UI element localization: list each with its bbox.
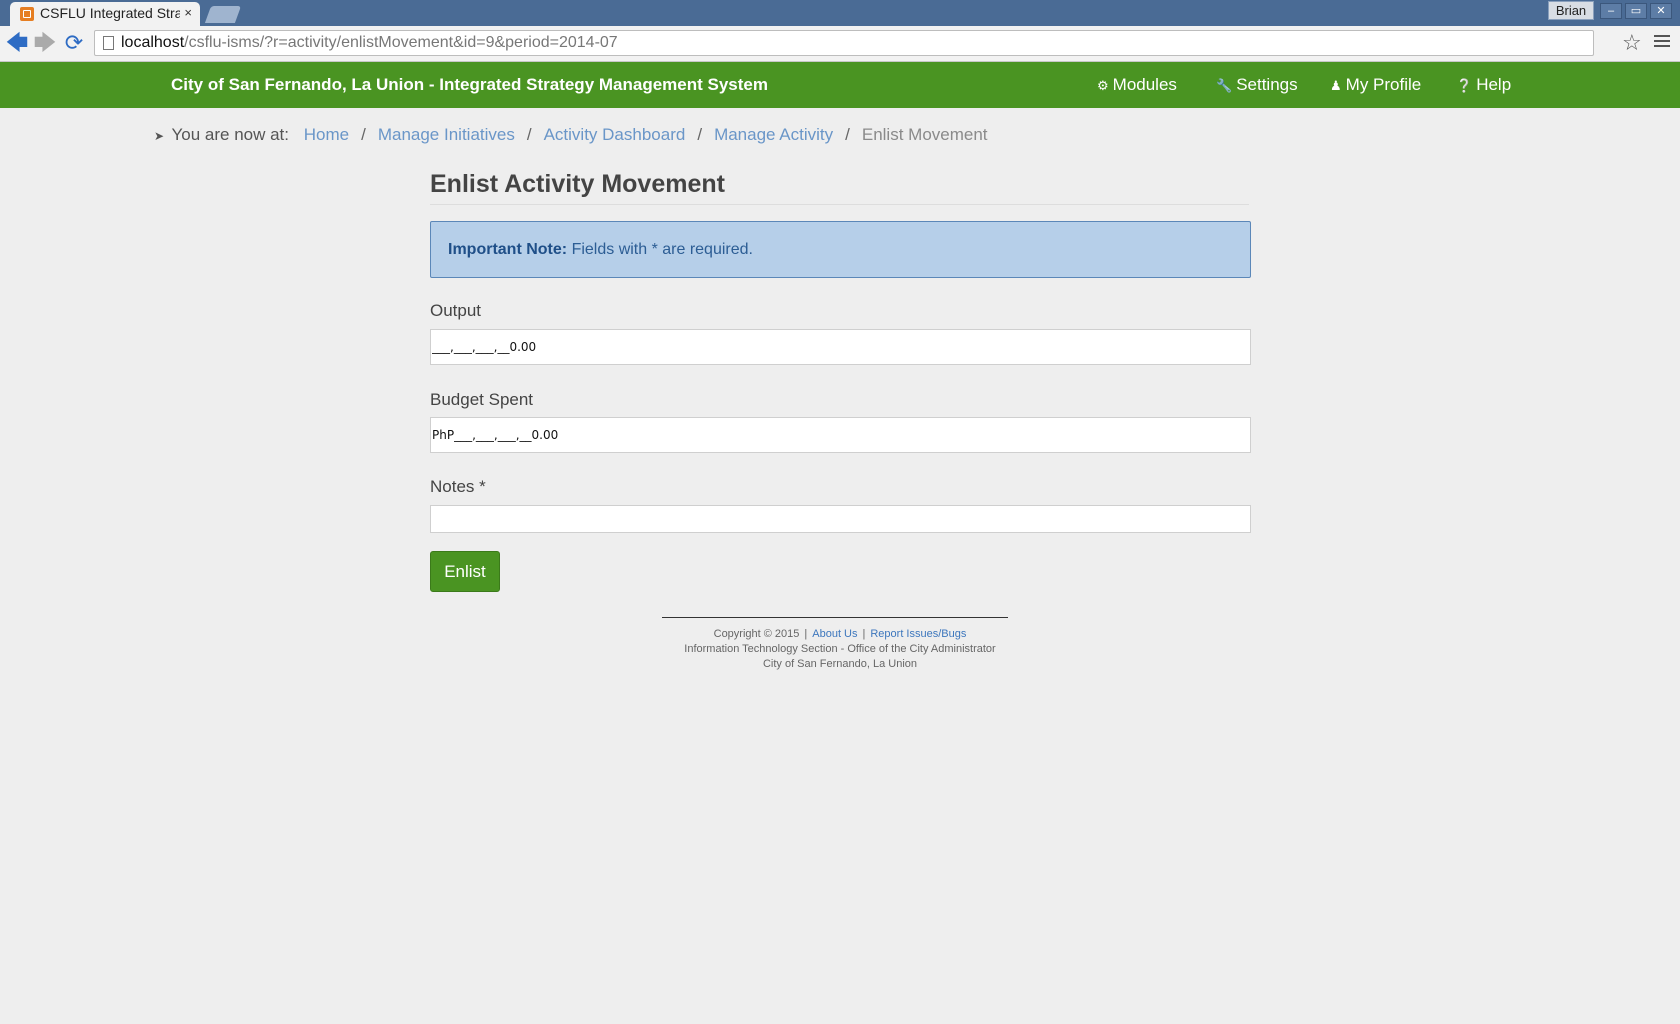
enlist-button[interactable]: Enlist bbox=[430, 551, 500, 592]
gears-icon: ⚙ bbox=[1097, 78, 1109, 93]
footer-line-2: Information Technology Section - Office … bbox=[684, 643, 996, 655]
breadcrumb-manage-activity[interactable]: Manage Activity bbox=[714, 125, 833, 144]
back-arrow-icon[interactable]: 🡄 bbox=[4, 30, 30, 56]
bookmark-star-icon[interactable]: ☆ bbox=[1622, 30, 1642, 56]
breadcrumb-manage-initiatives[interactable]: Manage Initiatives bbox=[378, 125, 515, 144]
footer-line-3: City of San Fernando, La Union bbox=[762, 658, 918, 670]
address-bar[interactable]: localhost/csflu-isms/?r=activity/enlistM… bbox=[94, 30, 1594, 56]
budget-spent-label: Budget Spent bbox=[430, 390, 534, 409]
profile-user-badge[interactable]: Brian bbox=[1548, 1, 1594, 20]
alert-strong: Important Note: bbox=[448, 241, 568, 258]
minimize-button[interactable]: – bbox=[1600, 3, 1622, 19]
alert-text: Fields with * are required. bbox=[571, 241, 753, 258]
nav-my-profile[interactable]: ♟ My Profile bbox=[1330, 62, 1421, 108]
breadcrumb-prefix: You are now at: bbox=[171, 125, 289, 144]
question-circle-icon: ❔ bbox=[1456, 78, 1473, 93]
nav-help[interactable]: ❔ Help bbox=[1456, 62, 1511, 108]
page-icon bbox=[103, 36, 114, 50]
site-favicon-icon bbox=[20, 7, 34, 21]
nav-help-label: Help bbox=[1476, 75, 1512, 94]
restore-button[interactable]: ▭ bbox=[1625, 3, 1647, 19]
output-input[interactable] bbox=[430, 329, 1251, 365]
breadcrumb-current: Enlist Movement bbox=[861, 125, 988, 144]
location-arrow-icon: ➤ bbox=[154, 129, 165, 143]
nav-my-profile-label: My Profile bbox=[1345, 75, 1422, 94]
browser-menu-icon[interactable] bbox=[1654, 32, 1670, 50]
app-brand[interactable]: City of San Fernando, La Union - Integra… bbox=[171, 62, 768, 108]
nav-settings-label: Settings bbox=[1236, 75, 1298, 94]
forward-arrow-icon[interactable]: 🡆 bbox=[32, 30, 58, 56]
browser-tab[interactable]: CSFLU Integrated Strat × bbox=[10, 2, 200, 26]
footer-copyright: Copyright © 2015 bbox=[713, 628, 800, 640]
breadcrumb-home[interactable]: Home bbox=[304, 125, 349, 144]
footer-line-1: Copyright © 2015 | About Us | Report Issues/… bbox=[713, 628, 967, 640]
title-divider bbox=[430, 204, 1249, 205]
page-title: Enlist Activity Movement bbox=[430, 170, 725, 198]
footer-report-link[interactable]: Report Issues/Bugs bbox=[870, 628, 966, 640]
url-host: localhost bbox=[121, 34, 185, 51]
app-navbar: City of San Fernando, La Union - Integra… bbox=[0, 62, 1680, 108]
notes-input[interactable] bbox=[430, 505, 1251, 533]
footer-about-link[interactable]: About Us bbox=[812, 628, 857, 640]
user-icon: ♟ bbox=[1330, 78, 1342, 93]
url-path: /csflu-isms/?r=activity/enlistMovement&i… bbox=[184, 34, 618, 51]
nav-modules[interactable]: ⚙ Modules bbox=[1097, 62, 1177, 108]
browser-toolbar: 🡄 🡆 ⟳ localhost/csflu-isms/?r=activity/e… bbox=[0, 26, 1680, 62]
notes-label: Notes * bbox=[430, 477, 486, 496]
tab-close-icon[interactable]: × bbox=[184, 5, 192, 20]
close-window-button[interactable]: ✕ bbox=[1650, 3, 1672, 19]
wrench-icon: 🔧 bbox=[1216, 78, 1233, 93]
nav-settings[interactable]: 🔧 Settings bbox=[1216, 62, 1298, 108]
breadcrumb: ➤ You are now at: Home / Manage Initiative… bbox=[154, 125, 988, 144]
footer: Copyright © 2015 | About Us | Report Issues/… bbox=[540, 627, 1140, 672]
browser-titlebar: CSFLU Integrated Strat × Brian – ▭ ✕ bbox=[0, 0, 1680, 26]
tab-title: CSFLU Integrated Strat bbox=[40, 5, 180, 21]
required-note-alert: Important Note: Fields with * are requir… bbox=[430, 221, 1251, 278]
budget-spent-input[interactable] bbox=[430, 417, 1251, 453]
nav-modules-label: Modules bbox=[1112, 75, 1177, 94]
footer-divider bbox=[662, 617, 1008, 618]
new-tab-button[interactable] bbox=[204, 6, 242, 23]
reload-icon[interactable]: ⟳ bbox=[61, 30, 87, 56]
breadcrumb-activity-dashboard[interactable]: Activity Dashboard bbox=[544, 125, 686, 144]
output-label: Output bbox=[430, 301, 482, 320]
